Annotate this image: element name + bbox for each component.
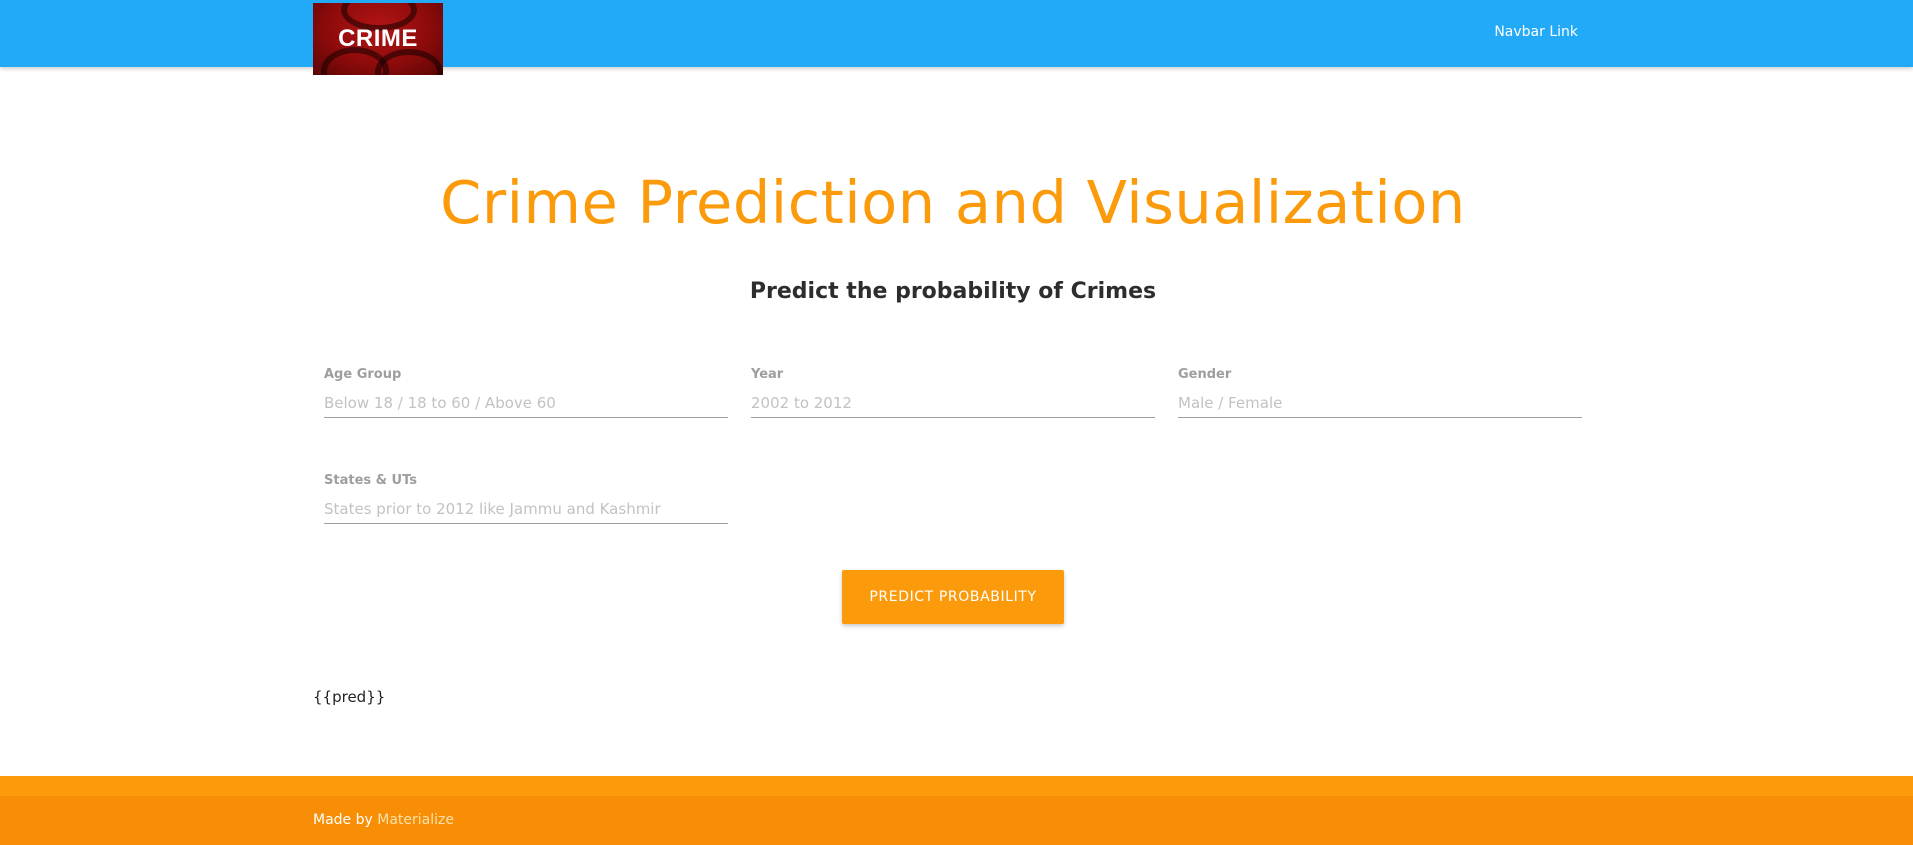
brand-logo[interactable]: CRIME xyxy=(313,3,443,75)
gender-label: Gender xyxy=(1178,367,1232,382)
footer-made-by: Made by xyxy=(313,812,373,828)
navbar: Navbar Link xyxy=(0,0,1913,67)
predict-probability-button[interactable]: Predict Probability xyxy=(842,570,1064,624)
states-label: States & UTs xyxy=(324,473,417,488)
page-title: Crime Prediction and Visualization xyxy=(440,168,1466,237)
age-group-field: Age Group xyxy=(324,367,728,427)
gender-field: Gender xyxy=(1178,367,1582,427)
prediction-result: {{pred}} xyxy=(313,688,386,706)
states-field: States & UTs xyxy=(324,473,728,533)
footer-copyright: Made by Materialize xyxy=(313,812,454,828)
navbar-link[interactable]: Navbar Link xyxy=(1494,24,1578,40)
logo-text: CRIME xyxy=(338,25,418,52)
age-group-label: Age Group xyxy=(324,367,402,382)
gender-input[interactable] xyxy=(1178,389,1582,418)
footer: Made by Materialize xyxy=(0,796,1913,845)
page-subtitle: Predict the probability of Crimes xyxy=(749,279,1157,304)
year-label: Year xyxy=(751,367,784,382)
year-field: Year xyxy=(751,367,1155,427)
footer-materialize-link[interactable]: Materialize xyxy=(377,812,454,828)
age-group-input[interactable] xyxy=(324,389,728,418)
year-input[interactable] xyxy=(751,389,1155,418)
footer-top-band xyxy=(0,776,1913,796)
states-input[interactable] xyxy=(324,495,728,524)
